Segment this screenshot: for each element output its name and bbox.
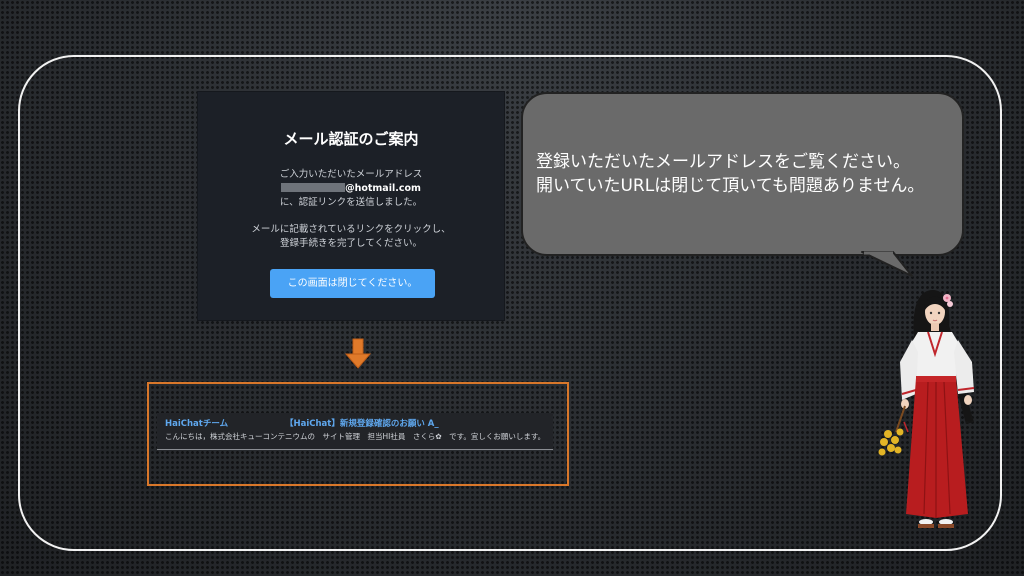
mail-card-line3: メールに記載されているリンクをクリックし、	[251, 224, 451, 235]
mail-sender: HaiChatチーム	[165, 419, 229, 429]
mail-subject: 【HaiChat】新規登録確認のお願い A_	[285, 419, 439, 429]
shrine-maiden-character-image	[878, 290, 975, 528]
mail-card-email: @hotmail.com	[198, 182, 504, 196]
inbox-mail-row[interactable]: HaiChatチーム 【HaiChat】新規登録確認のお願い A_ こんにちは，…	[157, 413, 553, 450]
mail-card-line4: 登録手続きを完了してください。	[280, 238, 422, 249]
email-suffix: @hotmail.com	[345, 183, 421, 194]
close-screen-button[interactable]: この画面は閉じてください。	[270, 269, 435, 298]
speech-text: 登録いただいたメールアドレスをご覧ください。 開いていたURLは閉じて頂いても問…	[536, 150, 956, 198]
mail-card-line1: ご入力いただいたメールアドレス	[279, 169, 423, 180]
speech-line1: 登録いただいたメールアドレスをご覧ください。	[536, 152, 910, 172]
mail-snippet: こんにちは，株式会社キューコンテニウムの サイト管理 担当HI社員 さくら✿ で…	[165, 432, 546, 441]
redacted-email-block	[281, 183, 346, 192]
mail-card-line2: に、認証リンクを送信しました。	[279, 197, 423, 208]
arrow-down-icon	[345, 338, 371, 369]
speech-line2: 開いていたURLは閉じて頂いても問題ありません。	[536, 176, 925, 196]
mail-card-title: メール認証のご案内	[283, 130, 419, 148]
mail-verification-card: メール認証のご案内 ご入力いただいたメールアドレス @hotmail.com に…	[198, 92, 504, 320]
